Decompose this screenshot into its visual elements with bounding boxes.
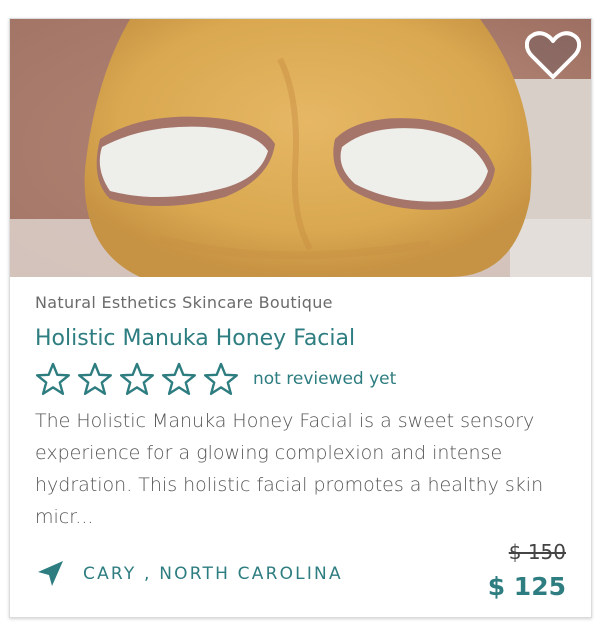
service-title[interactable]: Holistic Manuka Honey Facial bbox=[35, 326, 355, 351]
service-card[interactable]: Natural Esthetics Skincare Boutique Holi… bbox=[9, 18, 592, 618]
star-outline-icon bbox=[162, 362, 196, 395]
location-label: CARY , NORTH CAROLINA bbox=[83, 564, 343, 584]
sale-price: $ 125 bbox=[487, 572, 566, 601]
service-photo[interactable] bbox=[10, 19, 591, 277]
favorite-button[interactable] bbox=[525, 31, 581, 81]
service-description: The Holistic Manuka Honey Facial is a sw… bbox=[35, 410, 544, 528]
star-outline-icon bbox=[78, 362, 112, 395]
original-price: $ 150 bbox=[508, 540, 566, 564]
star-outline-icon bbox=[204, 362, 238, 395]
rating-label: not reviewed yet bbox=[253, 369, 397, 389]
provider-name: Natural Esthetics Skincare Boutique bbox=[35, 293, 333, 312]
heart-icon bbox=[525, 31, 581, 79]
star-outline-icon bbox=[120, 362, 154, 395]
star-outline-icon bbox=[36, 362, 70, 395]
navigation-arrow-icon bbox=[38, 561, 63, 586]
facial-mask-image bbox=[10, 19, 591, 277]
location-link[interactable]: CARY , NORTH CAROLINA bbox=[35, 559, 343, 589]
rating-row: not reviewed yet bbox=[35, 362, 396, 396]
star-rating bbox=[35, 362, 239, 396]
